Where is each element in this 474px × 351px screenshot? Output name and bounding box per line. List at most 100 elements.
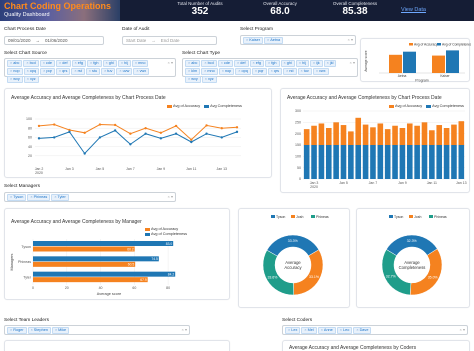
date-of-audit-range[interactable]: Start Date → End Date	[122, 36, 217, 45]
filter-chip[interactable]: ×abc	[185, 60, 201, 67]
remove-chip-icon[interactable]: ×	[188, 61, 190, 65]
remove-chip-icon[interactable]: ×	[27, 77, 29, 81]
remove-chip-icon[interactable]: ×	[59, 69, 61, 73]
remove-chip-icon[interactable]: ×	[121, 61, 123, 65]
filter-chip[interactable]: ×fgh	[265, 60, 280, 67]
remove-chip-icon[interactable]: ×	[10, 195, 12, 199]
filter-chip[interactable]: ×qrs	[55, 68, 71, 75]
filter-chip[interactable]: ×pqr	[40, 68, 55, 75]
remove-chip-icon[interactable]: ×	[321, 328, 323, 332]
managers-select[interactable]: ×Tyson ×Phineas ×Tyler × ▾	[4, 192, 176, 202]
remove-chip-icon[interactable]: ×	[10, 69, 12, 73]
remove-chip-icon[interactable]: ×	[135, 61, 137, 65]
remove-chip-icon[interactable]: ×	[222, 69, 224, 73]
remove-chip-icon[interactable]: ×	[313, 61, 315, 65]
remove-chip-icon[interactable]: ×	[237, 61, 239, 65]
remove-chip-icon[interactable]: ×	[10, 61, 12, 65]
filter-chip[interactable]: ×Lex	[285, 327, 301, 334]
filter-chip[interactable]: ×fgh	[87, 60, 102, 67]
filter-chip[interactable]: ×bcd	[201, 60, 217, 67]
filter-chip[interactable]: ×efg	[71, 60, 87, 67]
remove-chip-icon[interactable]: ×	[55, 328, 57, 332]
start-date-placeholder[interactable]: Start Date	[126, 38, 146, 43]
clear-chevron-icon[interactable]: × ▾	[168, 60, 173, 65]
clear-chevron-icon[interactable]: × ▾	[350, 60, 355, 65]
remove-chip-icon[interactable]: ×	[238, 69, 240, 73]
filter-chip[interactable]: ×mno	[131, 60, 149, 67]
remove-chip-icon[interactable]: ×	[301, 69, 303, 73]
filter-chip[interactable]: ×Kaiser	[243, 37, 263, 44]
filter-chip[interactable]: ×bcd	[23, 60, 39, 67]
filter-chip[interactable]: ×xyz	[201, 76, 217, 83]
filter-chip[interactable]: ×Mel	[301, 327, 317, 334]
remove-chip-icon[interactable]: ×	[10, 328, 12, 332]
filter-chip[interactable]: ×cde	[217, 60, 234, 67]
filter-chip[interactable]: ×rst	[71, 68, 85, 75]
remove-chip-icon[interactable]: ×	[188, 69, 190, 73]
chart-type-select[interactable]: ×abc ×bcd ×cde ×def ×efg ×fgh ×ghi ×hij ×ijk ×jkl…	[182, 58, 358, 83]
clear-chevron-icon[interactable]: × ▾	[348, 37, 353, 42]
remove-chip-icon[interactable]: ×	[54, 195, 56, 199]
date-start[interactable]: 09/01/2020	[8, 38, 31, 43]
remove-chip-icon[interactable]: ×	[316, 69, 318, 73]
remove-chip-icon[interactable]: ×	[90, 61, 92, 65]
filter-chip[interactable]: ×abc	[7, 60, 23, 67]
remove-chip-icon[interactable]: ×	[30, 195, 32, 199]
remove-chip-icon[interactable]: ×	[75, 61, 77, 65]
filter-chip[interactable]: ×nop	[218, 68, 235, 75]
filter-chip[interactable]: ×tuv	[101, 68, 116, 75]
filter-chip[interactable]: ×qrs	[267, 68, 283, 75]
remove-chip-icon[interactable]: ×	[26, 61, 28, 65]
chart-source-select[interactable]: ×abc ×bcd ×cde ×def ×efg ×fgh ×ghi ×hij ×mno ×nop…	[4, 58, 176, 83]
filter-chip[interactable]: ×def	[234, 60, 249, 67]
filter-chip[interactable]: ×nop	[7, 68, 23, 75]
filter-chip[interactable]: ×jkl	[323, 60, 337, 67]
remove-chip-icon[interactable]: ×	[89, 69, 91, 73]
remove-chip-icon[interactable]: ×	[286, 69, 288, 73]
filter-chip[interactable]: ×cde	[39, 60, 56, 67]
filter-chip[interactable]: ×Mike	[51, 327, 70, 334]
filter-chip[interactable]: ×efg	[249, 60, 265, 67]
filter-chip[interactable]: ×xyz	[23, 76, 39, 83]
remove-chip-icon[interactable]: ×	[43, 61, 45, 65]
filter-chip[interactable]: ×Leo	[336, 327, 353, 334]
end-date-placeholder[interactable]: End Date	[161, 38, 180, 43]
filter-chip[interactable]: ×hij	[117, 60, 131, 67]
remove-chip-icon[interactable]: ×	[27, 69, 29, 73]
remove-chip-icon[interactable]: ×	[119, 69, 121, 73]
remove-chip-icon[interactable]: ×	[299, 61, 301, 65]
chart-process-date-range[interactable]: 09/01/2020 → 01/06/2020	[4, 36, 104, 45]
remove-chip-icon[interactable]: ×	[268, 61, 270, 65]
filter-chip[interactable]: ×def	[56, 60, 71, 67]
team-leaders-select[interactable]: ×Roger ×Stephen ×Mike × ▾	[4, 325, 190, 335]
filter-chip[interactable]: ×hij	[295, 60, 309, 67]
filter-chip[interactable]: ×Phineas	[27, 194, 51, 201]
remove-chip-icon[interactable]: ×	[327, 61, 329, 65]
filter-chip[interactable]: ×Tyson	[7, 194, 27, 201]
remove-chip-icon[interactable]: ×	[104, 69, 106, 73]
filter-chip[interactable]: ×klm	[185, 68, 201, 75]
filter-chip[interactable]: ×ghi	[102, 60, 117, 67]
date-end[interactable]: 01/06/2020	[45, 38, 68, 43]
remove-chip-icon[interactable]: ×	[188, 77, 190, 81]
remove-chip-icon[interactable]: ×	[136, 69, 138, 73]
remove-chip-icon[interactable]: ×	[43, 69, 45, 73]
filter-chip[interactable]: ×opq	[235, 68, 251, 75]
filter-chip[interactable]: ×ijk	[309, 60, 323, 67]
remove-chip-icon[interactable]: ×	[59, 61, 61, 65]
remove-chip-icon[interactable]: ×	[10, 77, 12, 81]
remove-chip-icon[interactable]: ×	[255, 69, 257, 73]
filter-chip[interactable]: ×Tyler	[51, 194, 69, 201]
coders-select[interactable]: ×Lex ×Mel ×Anne ×Leo ×Dave × ▾	[282, 325, 468, 335]
filter-chip[interactable]: ×mno	[201, 68, 218, 75]
filter-chip[interactable]: ×Anne	[317, 327, 336, 334]
filter-chip[interactable]: ×pqr	[251, 68, 267, 75]
remove-chip-icon[interactable]: ×	[204, 61, 206, 65]
remove-chip-icon[interactable]: ×	[271, 69, 273, 73]
filter-chip[interactable]: ×Stephen	[27, 327, 51, 334]
filter-chip[interactable]: ×wxy	[185, 76, 201, 83]
remove-chip-icon[interactable]: ×	[74, 69, 76, 73]
filter-chip[interactable]: ×ghi	[280, 60, 295, 67]
filter-chip[interactable]: ×rst	[283, 68, 297, 75]
remove-chip-icon[interactable]: ×	[356, 328, 358, 332]
